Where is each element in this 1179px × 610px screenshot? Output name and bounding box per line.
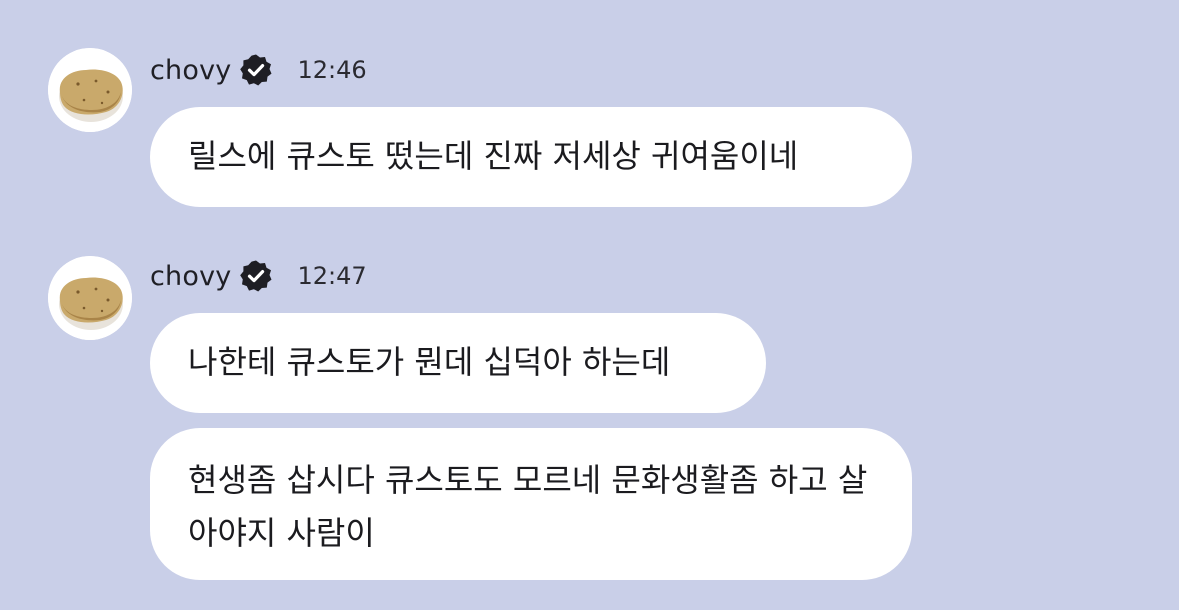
message-bubble[interactable]: 릴스에 큐스토 떴는데 진짜 저세상 귀여움이네 [150,107,912,207]
message-time: 12:47 [297,262,367,290]
verified-badge-icon [240,54,272,86]
message-text: 현생좀 삽시다 큐스토도 모르네 문화생활좀 하고 살아야지 사람이 [188,461,868,552]
verified-badge-icon [240,260,272,292]
sender-name[interactable]: chovy [150,55,231,86]
message-time: 12:46 [297,56,367,84]
sender-name[interactable]: chovy [150,261,231,292]
message-header: chovy 12:47 [150,256,367,296]
message-text: 릴스에 큐스토 떴는데 진짜 저세상 귀여움이네 [188,137,799,175]
sender-avatar[interactable] [48,48,132,132]
message-header: chovy 12:46 [150,50,367,90]
message-bubble[interactable]: 나한테 큐스토가 뭔데 십덕아 하는데 [150,313,766,413]
potato-avatar-icon [48,48,132,132]
message-bubble[interactable]: 현생좀 삽시다 큐스토도 모르네 문화생활좀 하고 살아야지 사람이 [150,428,912,580]
potato-avatar-icon [48,256,132,340]
sender-avatar[interactable] [48,256,132,340]
message-text: 나한테 큐스토가 뭔데 십덕아 하는데 [188,343,671,381]
